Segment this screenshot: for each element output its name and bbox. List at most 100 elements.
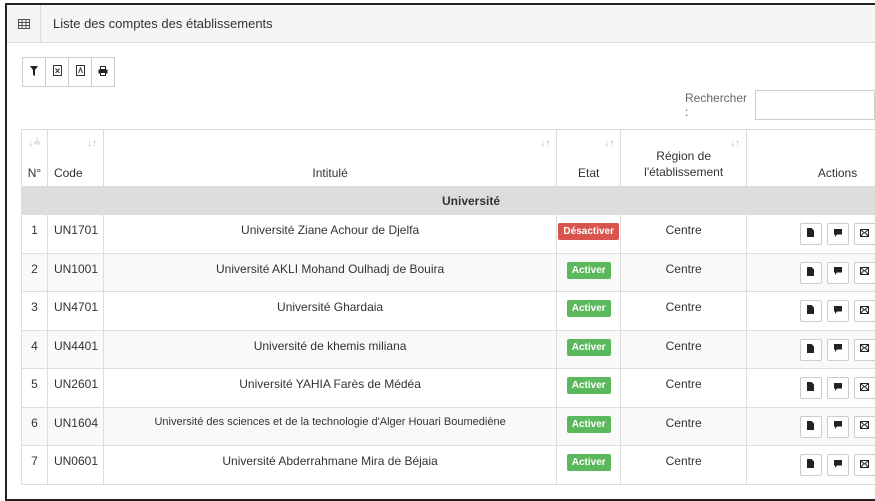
- status-toggle-button[interactable]: Activer: [566, 377, 611, 394]
- row-title: Université Abderrahmane Mira de Béjaia: [102, 445, 558, 485]
- email-button[interactable]: [853, 300, 875, 322]
- row-title: Université Ziane Achour de Djelfa: [102, 214, 558, 254]
- column-header-title[interactable]: ↓↑ Intitulé: [102, 129, 558, 187]
- table-row: 3 UN4701 Université Ghardaia Activer Cen…: [21, 291, 875, 331]
- export-pdf-button[interactable]: [68, 57, 92, 87]
- row-etat-cell: Activer: [556, 406, 622, 446]
- view-file-button[interactable]: [799, 454, 822, 476]
- column-header-num[interactable]: ↓≟ N°: [21, 129, 48, 187]
- status-toggle-button[interactable]: Activer: [566, 454, 611, 471]
- envelope-icon: [860, 459, 870, 471]
- row-region: Centre: [620, 214, 748, 254]
- comment-icon: [833, 382, 842, 394]
- search-input[interactable]: [755, 90, 875, 120]
- comment-button[interactable]: [826, 338, 849, 361]
- pdf-icon: [75, 65, 85, 79]
- group-row: Université: [21, 186, 875, 215]
- row-code: UN2601: [46, 368, 104, 408]
- email-button[interactable]: [853, 338, 875, 361]
- sort-icon: ↓↑: [540, 138, 551, 149]
- envelope-icon: [860, 421, 870, 432]
- view-file-button[interactable]: [799, 261, 822, 284]
- row-etat-cell: Activer: [556, 368, 622, 408]
- file-icon: [807, 305, 815, 317]
- row-code: UN1701: [46, 214, 104, 254]
- row-etat-cell: Activer: [556, 445, 622, 485]
- file-icon: [807, 382, 815, 394]
- status-toggle-button[interactable]: Activer: [566, 415, 611, 433]
- row-title: Université AKLI Mohand Oulhadj de Bouira: [102, 252, 558, 292]
- envelope-icon: [860, 382, 870, 394]
- email-button[interactable]: [853, 415, 875, 438]
- email-button[interactable]: [853, 261, 875, 284]
- comment-icon: [833, 228, 842, 240]
- table-row: 1 UN1701 Université Ziane Achour de Djel…: [21, 214, 875, 254]
- row-code: UN0601: [46, 445, 104, 485]
- row-number: 1: [21, 214, 48, 254]
- email-button[interactable]: [853, 223, 875, 245]
- status-toggle-button[interactable]: Désactiver: [558, 223, 619, 240]
- envelope-icon: [860, 305, 870, 317]
- row-number: 2: [21, 252, 48, 292]
- row-actions: [746, 291, 875, 331]
- comment-icon: [833, 421, 842, 432]
- table-row: 7 UN0601 Université Abderrahmane Mira de…: [21, 445, 875, 485]
- row-etat-cell: Activer: [556, 329, 622, 369]
- panel-header: Liste des comptes des établissements: [7, 5, 875, 43]
- table-row: 2 UN1001 Université AKLI Mohand Oulhadj …: [21, 252, 875, 292]
- sort-icon: ↓↑: [604, 138, 615, 149]
- envelope-icon: [860, 267, 870, 278]
- row-number: 5: [21, 368, 48, 408]
- row-code: UN1001: [46, 252, 104, 292]
- search-label: Rechercher :: [685, 91, 748, 119]
- export-excel-button[interactable]: [45, 57, 69, 87]
- row-actions: [746, 214, 875, 254]
- sort-active-icon: ↓≟: [28, 138, 42, 149]
- filter-button[interactable]: [22, 57, 46, 87]
- comment-icon: [833, 305, 842, 317]
- row-code: UN4701: [46, 291, 104, 331]
- row-title: Université des sciences et de la technol…: [102, 406, 558, 446]
- view-file-button[interactable]: [799, 300, 822, 322]
- status-toggle-button[interactable]: Activer: [566, 338, 611, 356]
- sort-icon: ↓↑: [730, 138, 741, 149]
- status-toggle-button[interactable]: Activer: [566, 300, 611, 317]
- institutions-table: ↓≟ N° ↓↑ Code ↓↑ Intitulé ↓↑ Etat ↓↑ Région d…: [21, 129, 875, 485]
- group-label: Université: [21, 186, 875, 215]
- email-button[interactable]: [853, 377, 875, 399]
- comment-button[interactable]: [826, 300, 849, 322]
- print-button[interactable]: [91, 57, 115, 87]
- filter-icon: [30, 65, 38, 79]
- column-header-etat[interactable]: ↓↑ Etat: [556, 129, 622, 187]
- table-row: 6 UN1604 Université des sciences et de l…: [21, 406, 875, 446]
- row-code: UN1604: [46, 406, 104, 446]
- file-icon: [807, 228, 815, 240]
- row-number: 3: [21, 291, 48, 331]
- row-actions: [746, 445, 875, 485]
- column-header-region[interactable]: ↓↑ Région de l'établissement: [620, 129, 748, 187]
- view-file-button[interactable]: [799, 377, 822, 399]
- view-file-button[interactable]: [799, 415, 822, 438]
- status-toggle-button[interactable]: Activer: [566, 261, 611, 279]
- row-actions: [746, 252, 875, 292]
- comment-button[interactable]: [826, 415, 849, 438]
- comment-button[interactable]: [826, 223, 849, 245]
- row-actions: [746, 329, 875, 369]
- column-header-actions[interactable]: ↓↑Actions: [746, 129, 875, 187]
- comment-button[interactable]: [826, 261, 849, 284]
- excel-icon: [52, 65, 62, 79]
- column-header-code[interactable]: ↓↑ Code: [46, 129, 104, 187]
- comment-icon: [833, 459, 842, 471]
- view-file-button[interactable]: [799, 338, 822, 361]
- comment-icon: [833, 344, 842, 355]
- row-title: Université Ghardaia: [102, 291, 558, 331]
- export-toolbar: [22, 57, 115, 87]
- row-region: Centre: [620, 445, 748, 485]
- row-region: Centre: [620, 406, 748, 446]
- row-title: Université de khemis miliana: [102, 329, 558, 369]
- email-button[interactable]: [853, 454, 875, 476]
- comment-button[interactable]: [826, 454, 849, 476]
- envelope-icon: [860, 344, 870, 355]
- view-file-button[interactable]: [799, 223, 822, 245]
- comment-button[interactable]: [826, 377, 849, 399]
